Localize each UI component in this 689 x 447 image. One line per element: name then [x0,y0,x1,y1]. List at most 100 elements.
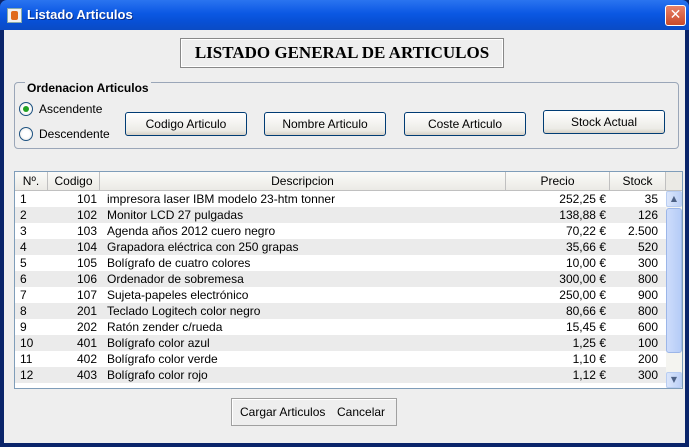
cell-code: 402 [76,352,97,366]
cell-stock: 35 [644,192,658,206]
table-row[interactable]: 8 201 Teclado Logitech color negro 80,66 € 8… [15,303,666,319]
cell-number: 1 [20,192,27,206]
cell-description: Agenda años 2012 cuero negro [107,224,276,238]
table-header: Nº. Codigo Descripcion Precio Stock [15,172,666,191]
cell-description: Teclado Logitech color negro [107,304,261,318]
scrollbar-thumb[interactable] [666,208,682,353]
load-articles-button[interactable]: Cargar Articulos [240,404,325,420]
java-app-icon [7,8,22,23]
close-button[interactable]: ✕ [665,5,686,26]
cell-price: 252,25 € [559,192,606,206]
column-header-number[interactable]: Nº. [15,172,48,191]
cell-stock: 300 [637,368,658,382]
column-header-price[interactable]: Precio [506,172,610,191]
cell-code: 104 [76,240,97,254]
table-row[interactable]: 10 401 Bolígrafo color azul 1,25 € 100 [15,335,666,351]
cell-number: 5 [20,256,27,270]
articles-table: Nº. Codigo Descripcion Precio Stock 1 101… [14,171,683,389]
cell-price: 70,22 € [565,224,606,238]
sort-by-cost-button[interactable]: Coste Articulo [404,112,526,136]
column-header-code[interactable]: Codigo [48,172,100,191]
ordering-group-title: Ordenacion Articulos [25,81,151,95]
cell-number: 10 [20,336,34,350]
cell-stock: 800 [637,304,658,318]
sort-by-code-button[interactable]: Codigo Articulo [125,112,247,136]
cell-code: 101 [76,192,97,206]
action-panel: Cargar Articulos Cancelar [231,398,397,426]
table-row[interactable]: 7 107 Sujeta-papeles electrónico 250,00 € 90… [15,287,666,303]
descending-label: Descendente [39,127,110,141]
cell-price: 1,10 € [572,352,606,366]
cell-description: Bolígrafo de cuatro colores [107,256,251,270]
cell-stock: 2.500 [627,224,658,238]
cell-stock: 800 [637,272,658,286]
cell-code: 103 [76,224,97,238]
vertical-scrollbar[interactable]: ▲ ▼ [666,191,682,388]
cell-description: Ordenador de sobremesa [107,272,244,286]
column-header-description[interactable]: Descripcion [100,172,506,191]
table-row[interactable]: 9 202 Ratón zender c/rueda 15,45 € 600 [15,319,666,335]
cell-stock: 200 [637,352,658,366]
table-row[interactable]: 6 106 Ordenador de sobremesa 300,00 € 800 [15,271,666,287]
table-row[interactable]: 5 105 Bolígrafo de cuatro colores 10,00 € 30… [15,255,666,271]
cell-code: 201 [76,304,97,318]
cell-description: Ratón zender c/rueda [107,320,223,334]
cell-stock: 600 [637,320,658,334]
cell-price: 1,25 € [572,336,606,350]
ascending-radio[interactable] [19,102,33,116]
cell-code: 401 [76,336,97,350]
cell-code: 107 [76,288,97,302]
window-title: Listado Articulos [27,7,133,22]
sort-by-stock-button[interactable]: Stock Actual [543,110,665,134]
cell-number: 8 [20,304,27,318]
listado-articulos-window: Listado Articulos ✕ LISTADO GENERAL DE A… [0,0,689,447]
cell-stock: 126 [637,208,658,222]
cell-price: 35,66 € [565,240,606,254]
cell-price: 1,12 € [572,368,606,382]
column-header-stock[interactable]: Stock [610,172,666,191]
cell-price: 10,00 € [565,256,606,270]
cell-stock: 520 [637,240,658,254]
sort-by-name-button[interactable]: Nombre Articulo [264,112,386,136]
table-row[interactable]: 4 104 Grapadora eléctrica con 250 grapas 35… [15,239,666,255]
page-heading: LISTADO GENERAL DE ARTICULOS [180,38,504,68]
ascending-label: Ascendente [39,102,103,116]
table-row[interactable]: 1 101 impresora laser IBM modelo 23-htm to… [15,191,666,207]
table-row[interactable]: 11 402 Bolígrafo color verde 1,10 € 200 [15,351,666,367]
content-panel: LISTADO GENERAL DE ARTICULOS Ordenacion … [4,30,685,443]
table-header-corner [666,172,682,191]
cell-number: 11 [20,352,33,366]
cell-price: 15,45 € [565,320,606,334]
cell-number: 7 [20,288,27,302]
table-row[interactable]: 3 103 Agenda años 2012 cuero negro 70,22 € 2… [15,223,666,239]
cell-description: Bolígrafo color azul [107,336,210,350]
title-bar[interactable]: Listado Articulos ✕ [0,0,689,30]
cell-code: 403 [76,368,97,382]
cell-code: 202 [76,320,97,334]
cell-price: 80,66 € [565,304,606,318]
table-row[interactable]: 12 403 Bolígrafo color rojo 1,12 € 300 [15,367,666,383]
cell-description: Bolígrafo color rojo [107,368,208,382]
cell-code: 106 [76,272,97,286]
cell-description: Grapadora eléctrica con 250 grapas [107,240,299,254]
cell-stock: 100 [637,336,658,350]
table-row[interactable]: 2 102 Monitor LCD 27 pulgadas 138,88 € 126 [15,207,666,223]
cell-description: Sujeta-papeles electrónico [107,288,249,302]
cell-number: 9 [20,320,27,334]
cell-code: 105 [76,256,97,270]
cell-description: Bolígrafo color verde [107,352,218,366]
scroll-down-arrow-icon[interactable]: ▼ [666,372,682,388]
scroll-up-arrow-icon[interactable]: ▲ [666,191,682,207]
cell-price: 138,88 € [559,208,606,222]
cell-number: 12 [20,368,34,382]
cancel-button[interactable]: Cancelar [337,404,385,420]
cell-number: 6 [20,272,27,286]
cell-number: 3 [20,224,27,238]
cell-price: 250,00 € [559,288,606,302]
descending-radio[interactable] [19,127,33,141]
cell-description: impresora laser IBM modelo 23-htm tonner [107,192,336,206]
cell-price: 300,00 € [559,272,606,286]
cell-stock: 900 [637,288,658,302]
cell-description: Monitor LCD 27 pulgadas [107,208,244,222]
cell-number: 4 [20,240,27,254]
